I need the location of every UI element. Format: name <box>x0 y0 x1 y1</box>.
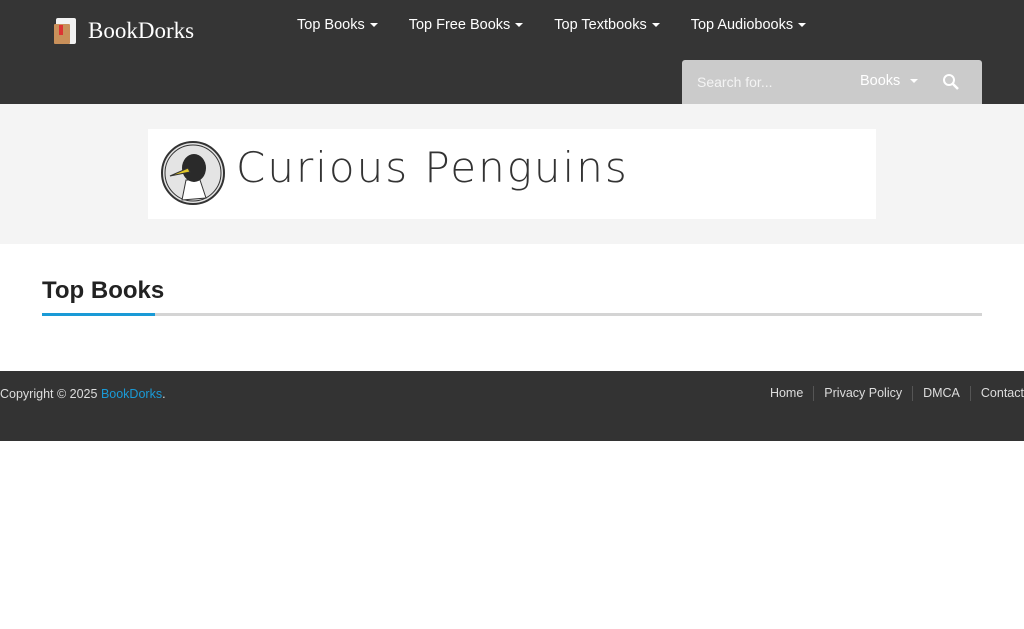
header: BookDorks Top Books Top Free Books Top T… <box>0 0 1024 104</box>
banner-text: Curious Penguins <box>236 143 629 192</box>
title-underline <box>42 313 155 316</box>
footer-link-home[interactable]: Home <box>760 386 813 401</box>
caret-down-icon <box>798 23 807 27</box>
penguin-logo-icon <box>161 141 225 205</box>
book-logo-icon <box>52 16 78 46</box>
category-select[interactable]: Books <box>860 73 919 89</box>
brand-link[interactable]: BookDorks <box>101 387 162 401</box>
ad-banner[interactable]: Curious Penguins <box>148 129 876 219</box>
footer-link-contact[interactable]: Contact <box>969 386 1024 401</box>
nav-label: Top Free Books <box>408 17 511 33</box>
nav-top-free-books[interactable]: Top Free Books <box>409 17 524 33</box>
search-input[interactable] <box>682 60 842 104</box>
footer: Copyright © 2025 BookDorks. Home Privacy… <box>0 371 1024 441</box>
footer-links: Home Privacy Policy DMCA Contact <box>760 386 1024 401</box>
caret-down-icon <box>651 23 660 27</box>
caret-down-icon <box>910 79 919 83</box>
nav-top-audiobooks[interactable]: Top Audiobooks <box>690 17 807 33</box>
nav-label: Top Books <box>297 17 365 33</box>
nav-top-textbooks[interactable]: Top Textbooks <box>554 17 660 33</box>
category-label: Books <box>860 73 901 89</box>
page-title: Top Books <box>42 277 165 304</box>
divider <box>42 313 982 316</box>
nav-top-books[interactable]: Top Books <box>297 17 378 33</box>
logo-text: BookDorks <box>88 18 195 43</box>
banner-area: Curious Penguins <box>0 104 1024 244</box>
caret-down-icon <box>369 23 378 27</box>
main-nav: Top Books Top Free Books Top Textbooks T… <box>297 17 807 33</box>
search-icon[interactable] <box>942 73 960 96</box>
period: . <box>162 387 166 401</box>
footer-link-dmca[interactable]: DMCA <box>912 386 970 401</box>
copyright: Copyright © 2025 BookDorks. <box>0 387 166 401</box>
nav-label: Top Textbooks <box>554 17 647 33</box>
nav-label: Top Audiobooks <box>690 17 794 33</box>
search-bar: Books <box>682 60 982 104</box>
footer-link-privacy[interactable]: Privacy Policy <box>813 386 912 401</box>
copyright-text: Copyright © 2025 <box>0 387 101 401</box>
logo[interactable]: BookDorks <box>52 16 194 46</box>
caret-down-icon <box>515 23 524 27</box>
